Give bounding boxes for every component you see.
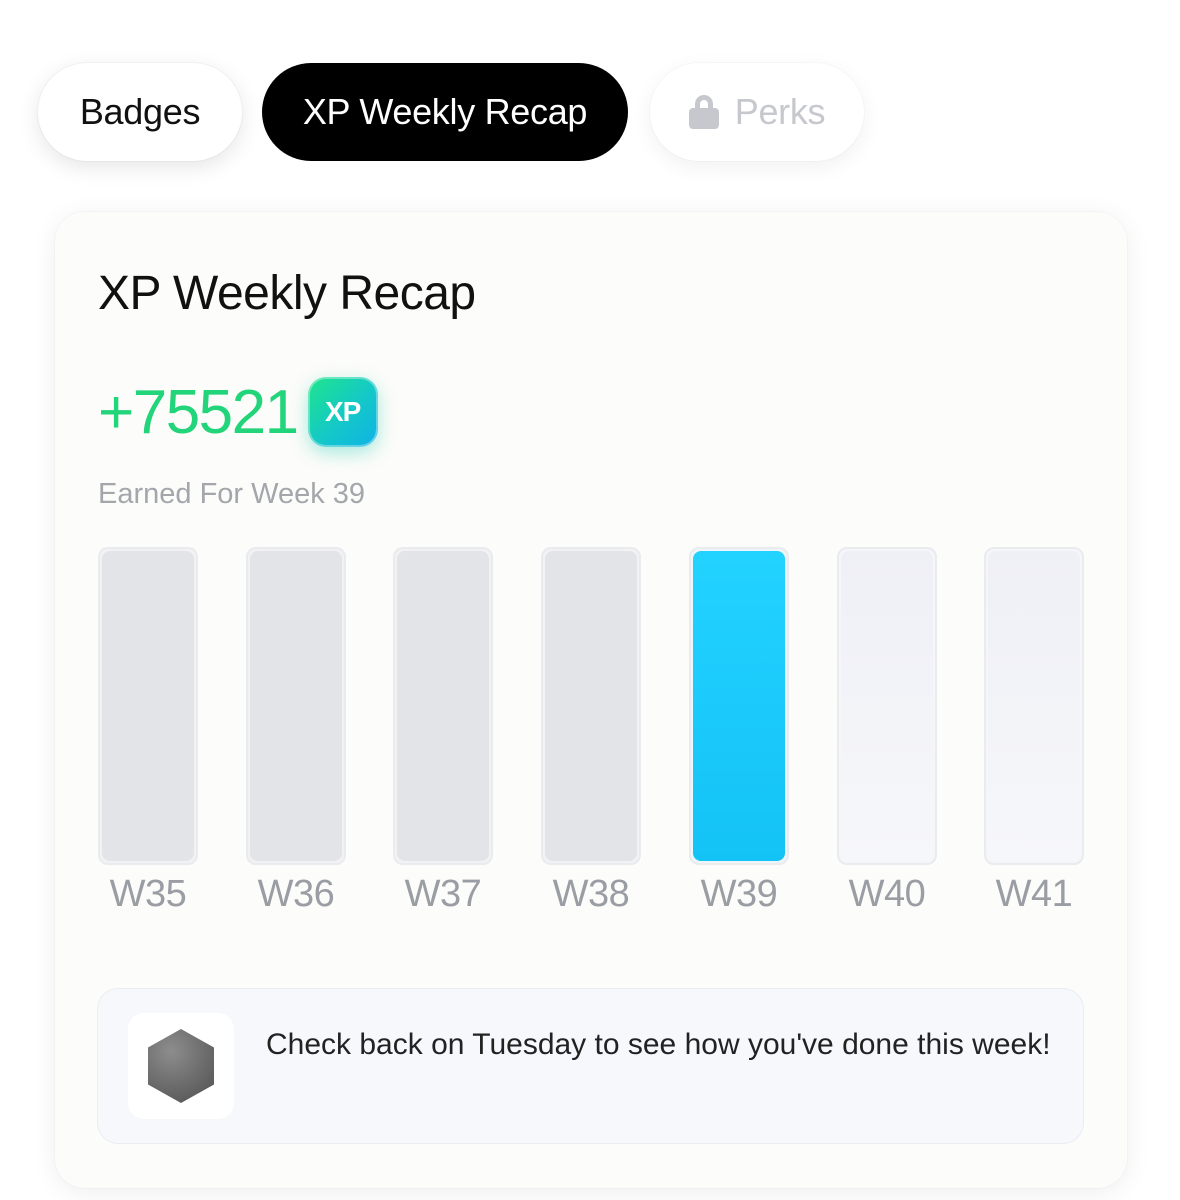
- bar-w38[interactable]: W38: [541, 547, 641, 927]
- bar-label: W40: [848, 873, 926, 915]
- bar-w37[interactable]: W37: [393, 547, 493, 927]
- lock-icon: [688, 95, 719, 129]
- xp-recap-card: XP Weekly Recap +75521 XP Earned For Wee…: [55, 212, 1127, 1188]
- tab-perks[interactable]: Perks: [650, 63, 864, 161]
- tab-badges-label: Badges: [79, 91, 201, 132]
- bar-track: [837, 547, 937, 865]
- xp-badge-icon: XP: [307, 377, 378, 447]
- bar-track: [984, 547, 1084, 865]
- xp-recap-screen: Badges XP Weekly Recap Perks XP Weekly R…: [0, 0, 1180, 1200]
- bar-label: W36: [257, 873, 335, 915]
- card-title: XP Weekly Recap: [98, 267, 476, 320]
- tab-xp-weekly-recap-label: XP Weekly Recap: [302, 91, 588, 132]
- weekly-xp-bar-chart: W35 W36 W37 W38 W39 W40 W41: [98, 547, 1084, 927]
- bar-track: [393, 547, 493, 865]
- bar-label: W39: [700, 873, 778, 915]
- bar-label: W37: [404, 873, 482, 915]
- bar-w36[interactable]: W36: [246, 547, 346, 927]
- bar-fill: [397, 551, 489, 861]
- bar-label: W35: [109, 873, 187, 915]
- bar-track: [246, 547, 346, 865]
- tab-xp-weekly-recap[interactable]: XP Weekly Recap: [262, 63, 628, 161]
- bar-w40[interactable]: W40: [837, 547, 937, 927]
- bar-fill: [841, 551, 933, 861]
- bar-track: [541, 547, 641, 865]
- bar-fill: [693, 551, 785, 861]
- info-notice: Check back on Tuesday to see how you've …: [98, 989, 1083, 1143]
- bar-label: W38: [552, 873, 630, 915]
- bar-label: W41: [995, 873, 1073, 915]
- bar-fill: [250, 551, 342, 861]
- earned-week-subtitle: Earned For Week 39: [98, 478, 366, 510]
- bar-track: [689, 547, 789, 865]
- bar-track: [98, 547, 198, 865]
- bar-w39[interactable]: W39: [689, 547, 789, 927]
- bar-fill: [102, 551, 194, 861]
- info-text: Check back on Tuesday to see how you've …: [266, 1028, 1051, 1061]
- bar-fill: [988, 551, 1080, 861]
- bar-w35[interactable]: W35: [98, 547, 198, 927]
- tab-badges[interactable]: Badges: [38, 63, 242, 161]
- info-icon-container: [128, 1013, 234, 1119]
- xp-amount: +75521: [98, 377, 299, 447]
- tab-perks-label: Perks: [734, 91, 826, 132]
- bar-fill: [545, 551, 637, 861]
- xp-earned-row: +75521 XP: [98, 372, 378, 452]
- bar-w41[interactable]: W41: [984, 547, 1084, 927]
- hexagon-icon: [148, 1029, 214, 1103]
